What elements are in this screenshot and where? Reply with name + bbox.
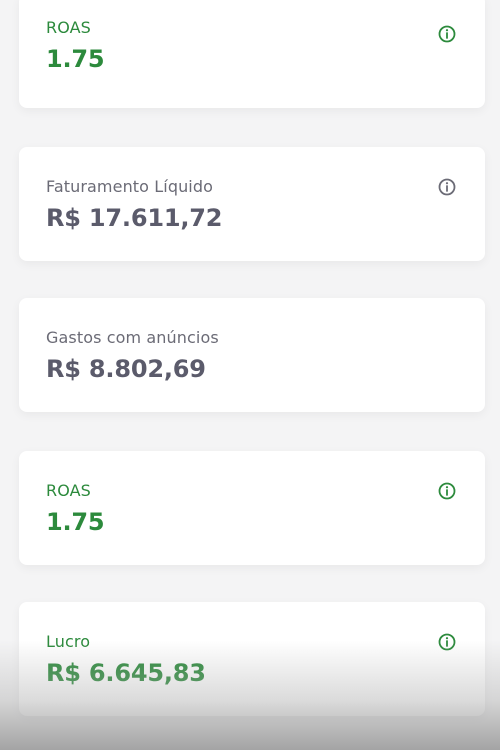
metric-card-faturamento: Faturamento Líquido R$ 17.611,72 [19, 147, 485, 261]
metric-card-roas-top: ROAS 1.75 [19, 0, 485, 108]
info-icon[interactable] [437, 24, 457, 44]
metric-label: ROAS [46, 18, 91, 37]
metric-value: 1.75 [46, 508, 105, 536]
info-icon[interactable] [437, 177, 457, 197]
metric-card-roas: ROAS 1.75 [19, 451, 485, 565]
metric-label: Lucro [46, 632, 91, 651]
info-icon[interactable] [437, 481, 457, 501]
metric-value: R$ 8.802,69 [46, 355, 206, 383]
metric-label: Faturamento Líquido [46, 177, 214, 196]
metric-value: R$ 6.645,83 [46, 659, 206, 687]
metric-card-gastos: Gastos com anúncios R$ 8.802,69 [19, 298, 485, 412]
metric-label: Gastos com anúncios [46, 328, 219, 347]
metric-value: 1.75 [46, 45, 105, 73]
metric-label: ROAS [46, 481, 91, 500]
metric-card-lucro: Lucro R$ 6.645,83 [19, 602, 485, 716]
metric-value: R$ 17.611,72 [46, 204, 223, 232]
info-icon[interactable] [437, 632, 457, 652]
